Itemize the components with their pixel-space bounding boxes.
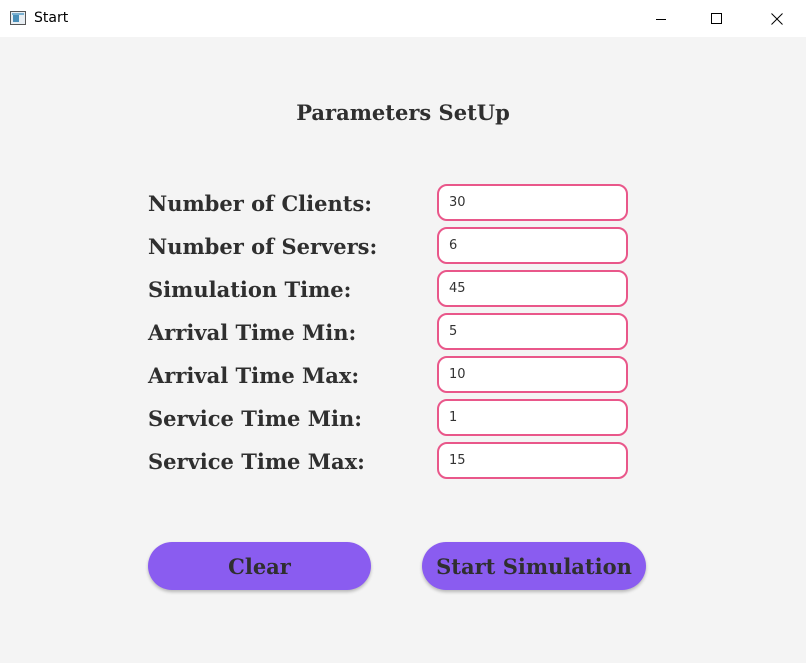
minimize-icon xyxy=(656,18,666,20)
form-heading: Parameters SetUp xyxy=(296,100,510,125)
service-time-max-input[interactable] xyxy=(437,442,628,479)
service-time-min-input[interactable] xyxy=(437,399,628,436)
service-time-max-label: Service Time Max: xyxy=(148,449,365,474)
simulation-time-input[interactable] xyxy=(437,270,628,307)
number-of-servers-label: Number of Servers: xyxy=(148,234,378,259)
start-simulation-button[interactable]: Start Simulation xyxy=(422,542,646,590)
number-of-servers-input[interactable] xyxy=(437,227,628,264)
java-app-icon xyxy=(10,11,26,25)
title-bar: Start xyxy=(0,0,806,37)
simulation-time-label: Simulation Time: xyxy=(148,277,352,302)
arrival-time-max-input[interactable] xyxy=(437,356,628,393)
window-title: Start xyxy=(34,10,69,26)
arrival-time-max-label: Arrival Time Max: xyxy=(148,363,360,388)
arrival-time-min-input[interactable] xyxy=(437,313,628,350)
close-icon xyxy=(771,12,783,25)
service-time-min-label: Service Time Min: xyxy=(148,406,362,431)
maximize-icon xyxy=(711,12,722,24)
minimize-button[interactable] xyxy=(638,0,684,37)
number-of-clients-label: Number of Clients: xyxy=(148,191,373,216)
clear-button[interactable]: Clear xyxy=(148,542,371,590)
number-of-clients-input[interactable] xyxy=(437,184,628,221)
close-button[interactable] xyxy=(754,0,800,37)
arrival-time-min-label: Arrival Time Min: xyxy=(148,320,357,345)
maximize-button[interactable] xyxy=(694,0,740,37)
